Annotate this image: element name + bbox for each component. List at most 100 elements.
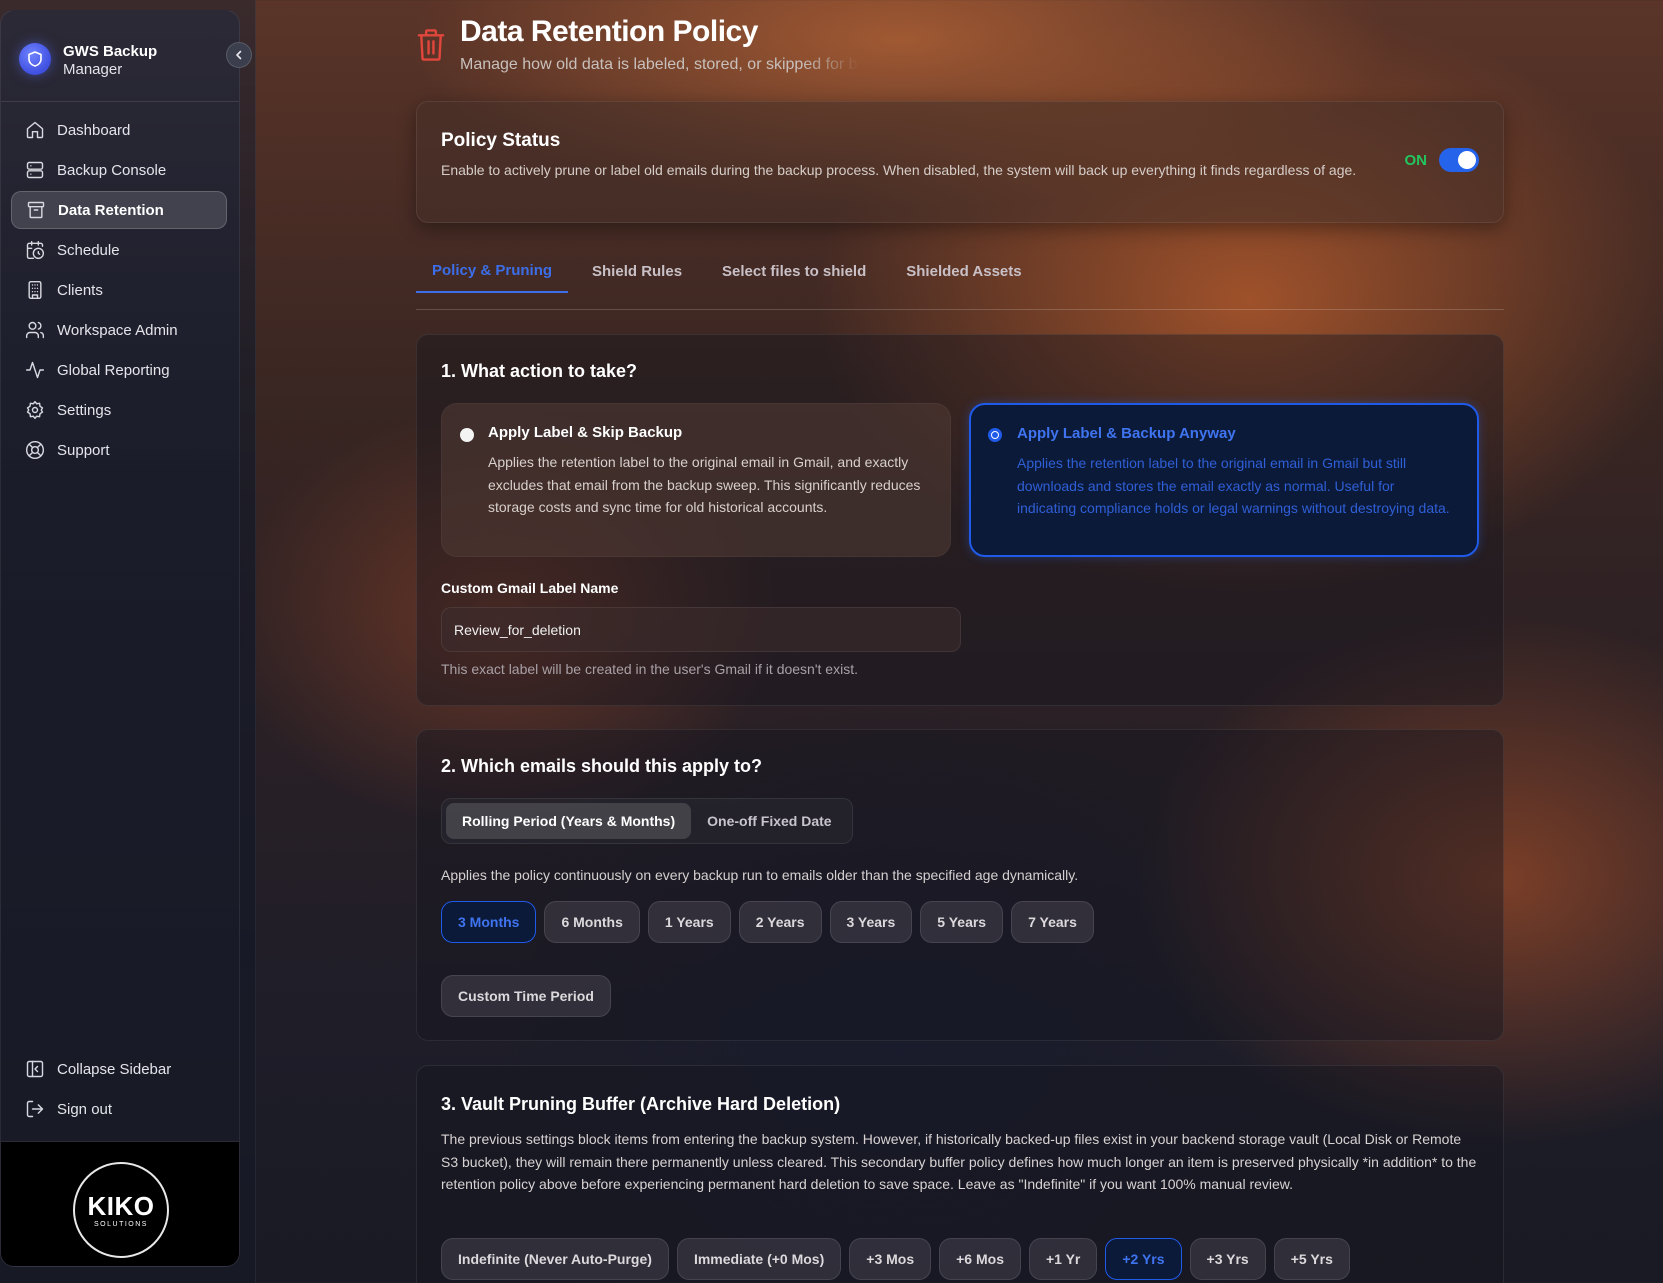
policy-tabs: Policy & Pruning Shield Rules Select fil… [416, 250, 1504, 310]
brand-divider [1, 101, 239, 102]
sidebar-panel: GWS Backup Manager Dashboard Backup Cons… [0, 10, 240, 1267]
apply-description: Applies the policy continuously on every… [441, 867, 1079, 883]
tab-shield-rules[interactable]: Shield Rules [576, 250, 698, 292]
sidebar-item-label: Schedule [57, 241, 120, 259]
buffer-chip-1-yr[interactable]: +1 Yr [1028, 1238, 1098, 1280]
chevron-left-icon [236, 50, 242, 60]
collapse-sidebar-label: Collapse Sidebar [57, 1060, 172, 1078]
buffer-chip-3-mos[interactable]: +3 Mos [849, 1238, 932, 1280]
option-description: Applies the retention label to the origi… [488, 454, 921, 515]
buffer-chip-indefinite[interactable]: Indefinite (Never Auto-Purge) [441, 1238, 669, 1280]
gear-icon [25, 400, 45, 420]
server-icon [25, 160, 45, 180]
collapse-sidebar-button[interactable]: Collapse Sidebar [11, 1050, 227, 1088]
sidebar-item-label: Global Reporting [57, 361, 170, 379]
kiko-logo-subtext: SOLUTIONS [94, 1220, 148, 1228]
gmail-label-input[interactable] [441, 607, 961, 652]
sidebar-item-label: Data Retention [58, 201, 164, 219]
period-chip-3-months[interactable]: 3 Months [441, 901, 537, 943]
period-chip-2-years[interactable]: 2 Years [738, 901, 822, 943]
buffer-chip-5-yrs[interactable]: +5 Yrs [1273, 1238, 1350, 1280]
sidebar-item-label: Backup Console [57, 161, 167, 179]
activity-icon [25, 360, 45, 380]
period-chip-3-years[interactable]: 3 Years [829, 901, 913, 943]
period-chip-6-months[interactable]: 6 Months [544, 901, 640, 943]
shield-logo-icon [19, 43, 51, 75]
vault-description: The previous settings block items from e… [441, 1131, 1477, 1192]
trash-icon [416, 28, 446, 74]
period-chip-5-years[interactable]: 5 Years [920, 901, 1004, 943]
buffer-chip-2-yrs[interactable]: +2 Yrs [1105, 1238, 1182, 1280]
policy-status-description: Enable to actively prune or label old em… [441, 162, 1357, 178]
policy-toggle-group: ON [1404, 148, 1479, 172]
vault-section-title: 3. Vault Pruning Buffer (Archive Hard De… [441, 1094, 841, 1114]
buffer-chip-immediate[interactable]: Immediate (+0 Mos) [676, 1238, 842, 1280]
sign-out-button[interactable]: Sign out [11, 1090, 227, 1128]
custom-period-row: Custom Time Period [441, 975, 611, 1017]
period-chips: 3 Months 6 Months 1 Years 2 Years 3 Year… [441, 901, 1094, 943]
option-skip-backup[interactable]: Apply Label & Skip Backup Applies the re… [441, 403, 951, 557]
building-icon [25, 280, 45, 300]
sign-out-label: Sign out [57, 1100, 113, 1118]
sidebar-item-label: Clients [57, 281, 103, 299]
gmail-label-hint: This exact label will be created in the … [441, 661, 858, 677]
mode-fixed-date[interactable]: One-off Fixed Date [691, 803, 847, 839]
app-title: GWS Backup [63, 43, 158, 60]
radio-backup-anyway[interactable] [988, 428, 1002, 442]
sidebar-item-label: Settings [57, 401, 112, 419]
page-header: Data Retention Policy Manage how old dat… [416, 14, 860, 74]
action-section-title: 1. What action to take? [441, 361, 638, 381]
period-chip-7-years[interactable]: 7 Years [1011, 901, 1094, 943]
period-mode-toggle: Rolling Period (Years & Months) One-off … [441, 798, 853, 844]
option-description: Applies the retention label to the origi… [1017, 455, 1450, 516]
custom-time-period-button[interactable]: Custom Time Period [441, 975, 611, 1017]
buffer-chip-6-mos[interactable]: +6 Mos [939, 1238, 1021, 1280]
kiko-logo-text: KIKO [87, 1190, 155, 1221]
sidebar-nav: Dashboard Backup Console Data Retention … [11, 111, 227, 471]
archive-icon [26, 200, 46, 220]
radio-skip-backup[interactable] [460, 428, 474, 442]
apply-section-title: 2. Which emails should this apply to? [441, 756, 763, 776]
policy-toggle-label: ON [1404, 151, 1428, 169]
sidebar-item-label: Dashboard [57, 121, 131, 139]
gmail-label-field-label: Custom Gmail Label Name [441, 580, 619, 596]
users-icon [25, 320, 45, 340]
page-subtitle: Manage how old data is labeled, stored, … [460, 56, 860, 73]
sidebar-item-label: Workspace Admin [57, 321, 178, 339]
toggle-knob [1458, 151, 1476, 169]
tab-policy-pruning[interactable]: Policy & Pruning [416, 250, 569, 293]
sidebar-item-support[interactable]: Support [11, 431, 227, 469]
period-chip-1-years[interactable]: 1 Years [647, 901, 731, 943]
buffer-chips: Indefinite (Never Auto-Purge) Immediate … [441, 1238, 1350, 1280]
company-logo-area: KIKO SOLUTIONS [1, 1142, 239, 1266]
sidebar-item-settings[interactable]: Settings [11, 391, 227, 429]
option-backup-anyway[interactable]: Apply Label & Backup Anyway Applies the … [969, 403, 1479, 557]
tab-shielded-assets[interactable]: Shielded Assets [890, 250, 1037, 292]
collapse-toggle-button[interactable] [226, 42, 252, 68]
sidebar-item-backup-console[interactable]: Backup Console [11, 151, 227, 189]
main-content: Data Retention Policy Manage how old dat… [256, 0, 1663, 1283]
option-title: Apply Label & Skip Backup [488, 424, 683, 441]
sidebar-item-schedule[interactable]: Schedule [11, 231, 227, 269]
action-section: 1. What action to take? Apply Label & Sk… [416, 334, 1504, 706]
policy-status-card: Policy Status Enable to actively prune o… [416, 101, 1504, 223]
tab-select-files[interactable]: Select files to shield [706, 250, 882, 292]
sidebar-item-dashboard[interactable]: Dashboard [11, 111, 227, 149]
sidebar-item-clients[interactable]: Clients [11, 271, 227, 309]
policy-status-toggle[interactable] [1439, 148, 1479, 172]
logout-icon [25, 1099, 45, 1119]
sidebar-bottom: Collapse Sidebar Sign out [11, 1050, 227, 1130]
sidebar-item-global-reporting[interactable]: Global Reporting [11, 351, 227, 389]
buffer-chip-3-yrs[interactable]: +3 Yrs [1189, 1238, 1266, 1280]
policy-status-title: Policy Status [441, 130, 561, 151]
brand: GWS Backup Manager [19, 31, 219, 91]
sidebar-item-workspace-admin[interactable]: Workspace Admin [11, 311, 227, 349]
page-title: Data Retention Policy [460, 15, 758, 48]
kiko-logo: KIKO SOLUTIONS [73, 1162, 169, 1258]
app-subtitle: Manager [63, 61, 123, 78]
lifebuoy-icon [25, 440, 45, 460]
apply-section: 2. Which emails should this apply to? Ro… [416, 729, 1504, 1041]
calendar-clock-icon [25, 240, 45, 260]
sidebar-item-data-retention[interactable]: Data Retention [11, 191, 227, 229]
mode-rolling-period[interactable]: Rolling Period (Years & Months) [446, 803, 692, 839]
